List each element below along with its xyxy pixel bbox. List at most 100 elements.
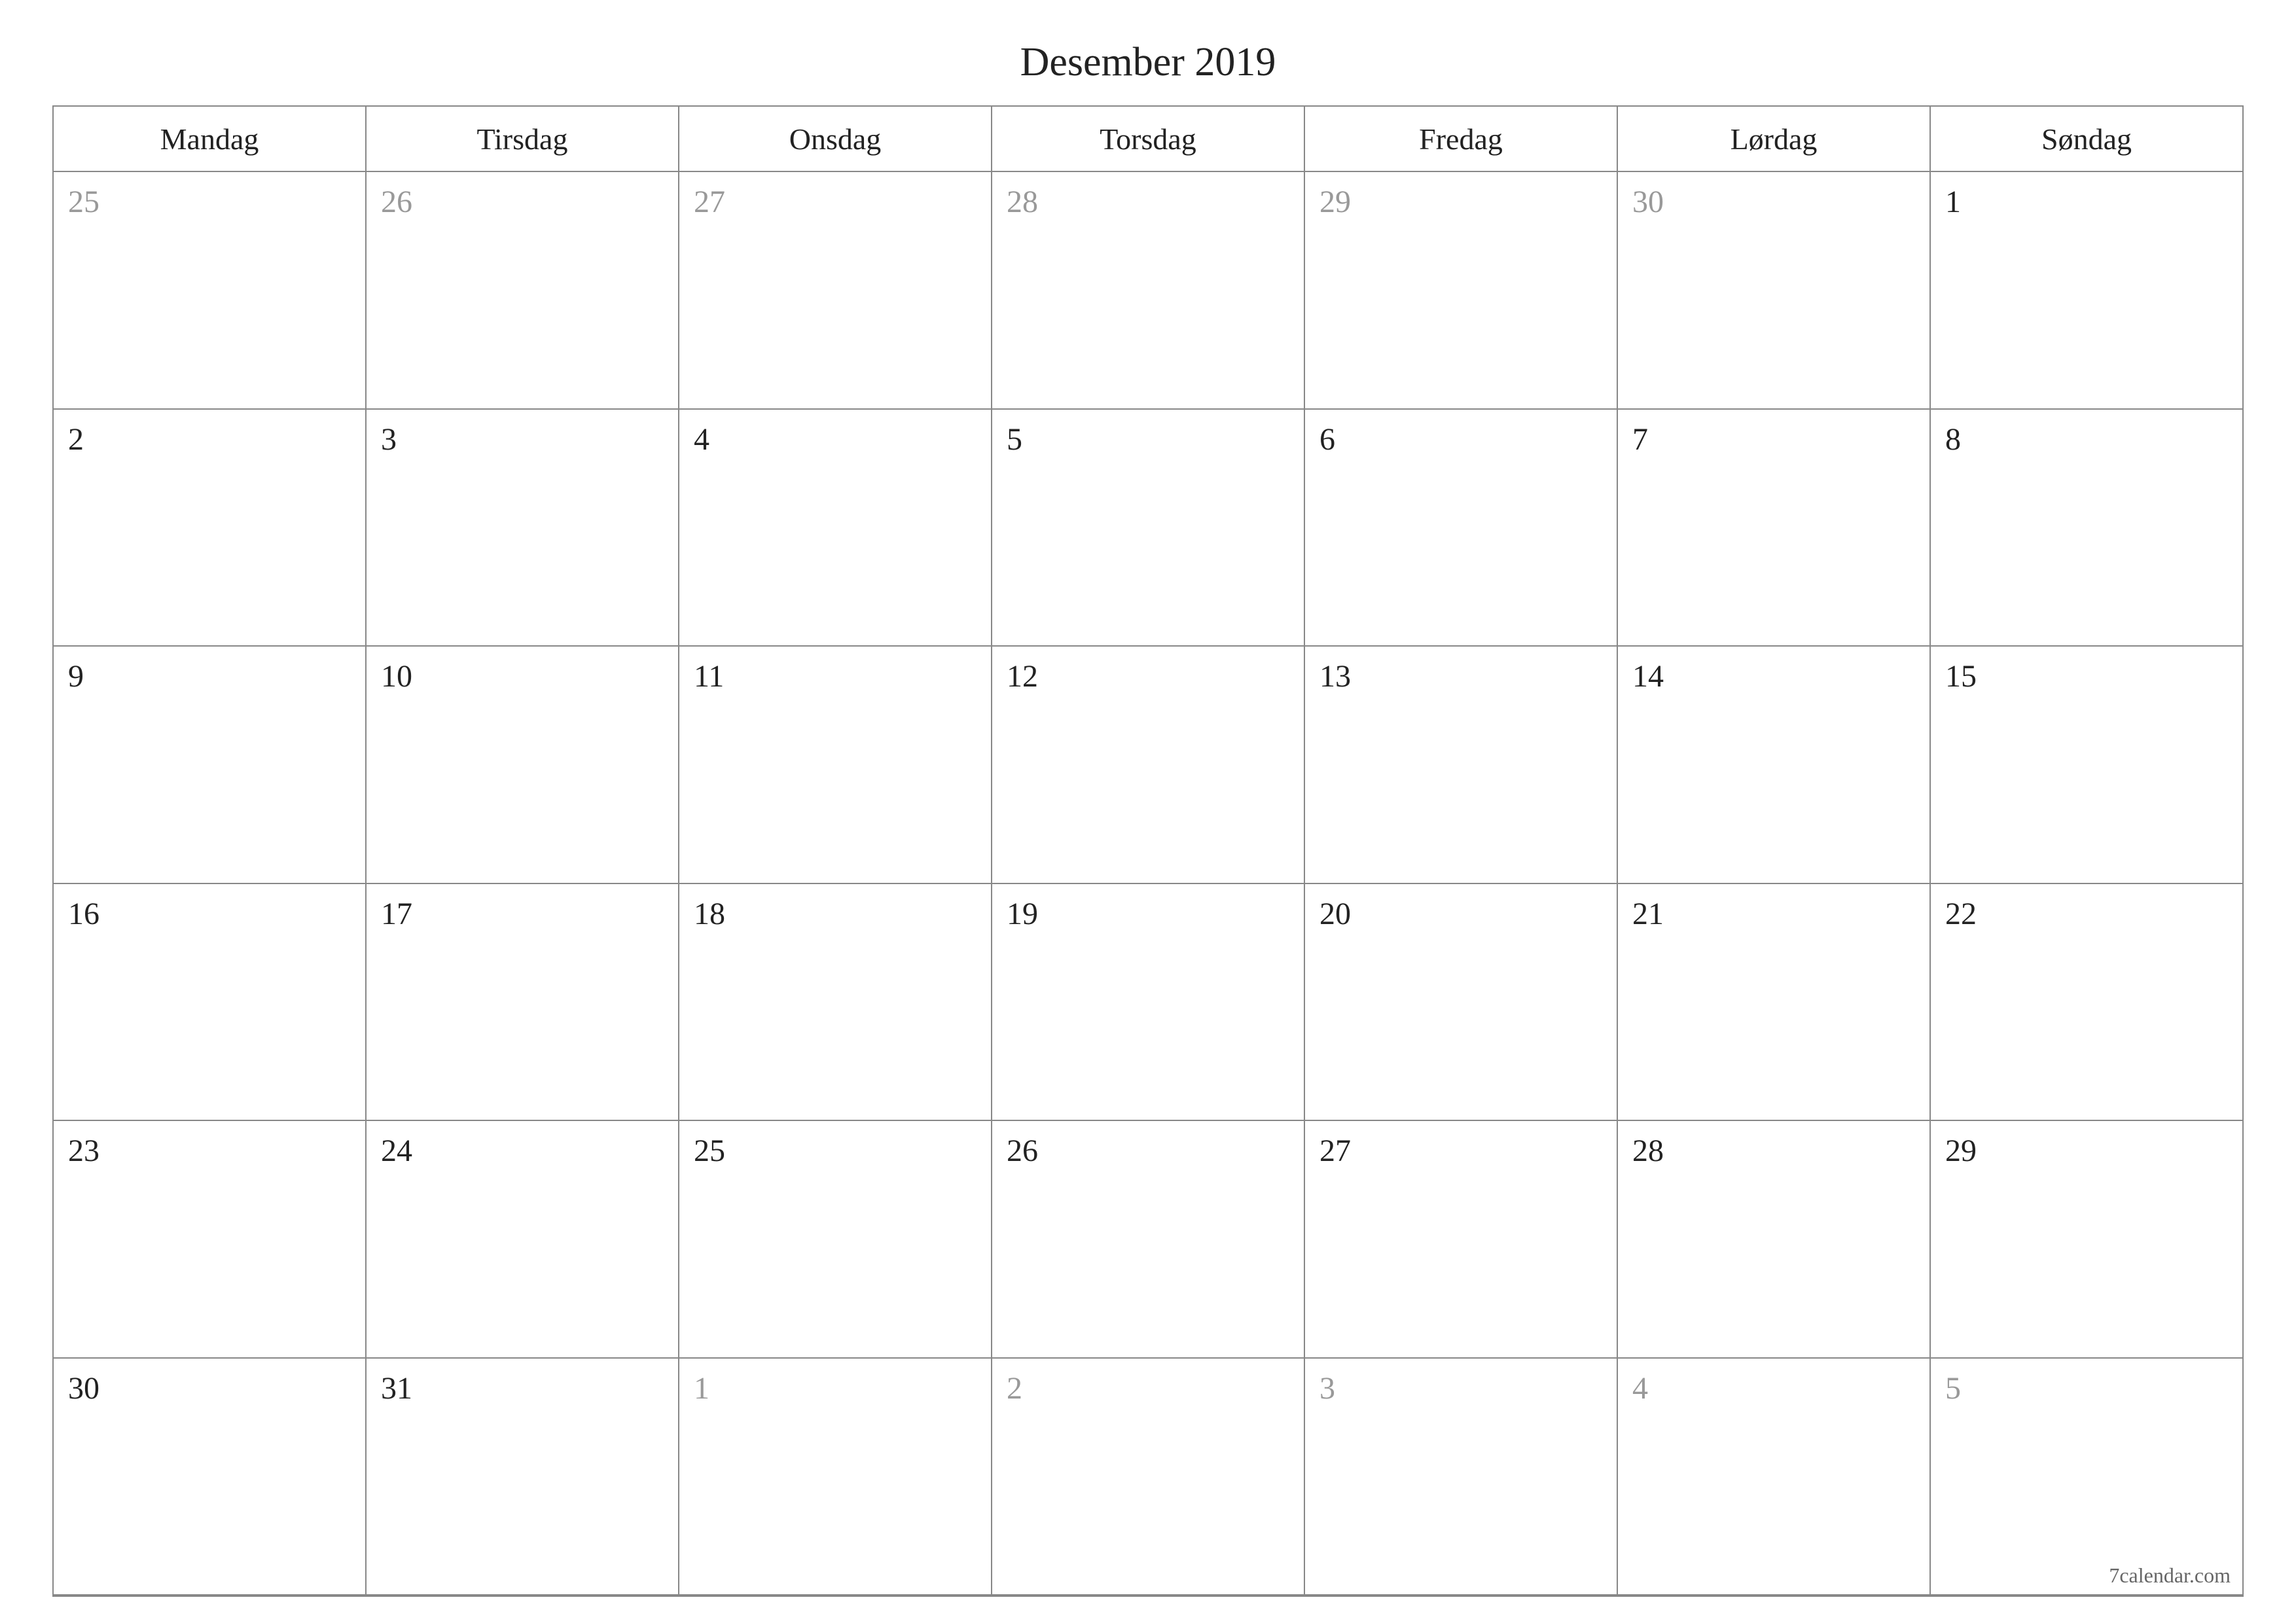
day-number: 28	[1007, 185, 1038, 219]
day-number: 4	[1632, 1371, 1648, 1406]
day-cell: 25	[679, 1121, 992, 1359]
day-number: 15	[1945, 659, 1977, 694]
weekday-header: Tirsdag	[367, 107, 679, 172]
day-cell: 24	[367, 1121, 679, 1359]
day-number: 30	[68, 1371, 99, 1406]
day-cell: 30	[1618, 172, 1931, 410]
footer-attribution: 7calendar.com	[2109, 1563, 2231, 1588]
day-number: 7	[1632, 422, 1648, 457]
day-number: 18	[694, 897, 725, 931]
week-row: 2 3 4 5 6 7 8	[54, 410, 2242, 647]
day-cell: 3	[367, 410, 679, 647]
day-number: 30	[1632, 185, 1664, 219]
day-number: 2	[1007, 1371, 1022, 1406]
day-number: 29	[1945, 1133, 1977, 1168]
day-number: 20	[1319, 897, 1351, 931]
day-number: 16	[68, 897, 99, 931]
day-cell: 4	[1618, 1359, 1931, 1596]
weekday-header: Torsdag	[992, 107, 1305, 172]
day-cell: 8	[1931, 410, 2242, 647]
day-cell: 1	[679, 1359, 992, 1596]
day-cell: 21	[1618, 884, 1931, 1122]
day-number: 10	[381, 659, 412, 694]
day-cell: 28	[1618, 1121, 1931, 1359]
day-number: 19	[1007, 897, 1038, 931]
day-cell: 2	[992, 1359, 1305, 1596]
day-number: 1	[694, 1371, 709, 1406]
day-number: 12	[1007, 659, 1038, 694]
day-cell: 13	[1305, 647, 1618, 884]
day-cell: 12	[992, 647, 1305, 884]
day-number: 4	[694, 422, 709, 457]
day-number: 13	[1319, 659, 1351, 694]
week-row: 25 26 27 28 29 30 1	[54, 172, 2242, 410]
week-row: 9 10 11 12 13 14 15	[54, 647, 2242, 884]
day-number: 24	[381, 1133, 412, 1168]
day-cell: 1	[1931, 172, 2242, 410]
week-row: 30 31 1 2 3 4 5	[54, 1359, 2242, 1596]
day-cell: 10	[367, 647, 679, 884]
day-number: 1	[1945, 185, 1961, 219]
weekday-header: Fredag	[1305, 107, 1618, 172]
day-number: 25	[68, 185, 99, 219]
weekday-header: Lørdag	[1618, 107, 1931, 172]
day-number: 27	[1319, 1133, 1351, 1168]
day-cell: 20	[1305, 884, 1618, 1122]
day-cell: 14	[1618, 647, 1931, 884]
day-cell: 7	[1618, 410, 1931, 647]
day-cell: 28	[992, 172, 1305, 410]
day-number: 21	[1632, 897, 1664, 931]
day-cell: 18	[679, 884, 992, 1122]
day-cell: 22	[1931, 884, 2242, 1122]
day-cell: 11	[679, 647, 992, 884]
day-cell: 19	[992, 884, 1305, 1122]
day-cell: 30	[54, 1359, 367, 1596]
day-number: 14	[1632, 659, 1664, 694]
day-cell: 26	[992, 1121, 1305, 1359]
day-number: 29	[1319, 185, 1351, 219]
day-number: 23	[68, 1133, 99, 1168]
day-number: 6	[1319, 422, 1335, 457]
calendar-grid: Mandag Tirsdag Onsdag Torsdag Fredag Lør…	[52, 105, 2244, 1597]
day-number: 31	[381, 1371, 412, 1406]
weekday-header-row: Mandag Tirsdag Onsdag Torsdag Fredag Lør…	[54, 107, 2242, 172]
day-cell: 29	[1931, 1121, 2242, 1359]
day-number: 9	[68, 659, 84, 694]
day-number: 2	[68, 422, 84, 457]
day-number: 27	[694, 185, 725, 219]
day-number: 8	[1945, 422, 1961, 457]
day-cell: 4	[679, 410, 992, 647]
day-cell: 25	[54, 172, 367, 410]
day-cell: 6	[1305, 410, 1618, 647]
day-number: 26	[1007, 1133, 1038, 1168]
day-cell: 23	[54, 1121, 367, 1359]
weekday-header: Søndag	[1931, 107, 2242, 172]
day-cell: 15	[1931, 647, 2242, 884]
day-cell: 27	[1305, 1121, 1618, 1359]
day-number: 17	[381, 897, 412, 931]
day-cell: 5	[1931, 1359, 2242, 1596]
day-number: 5	[1945, 1371, 1961, 1406]
day-number: 22	[1945, 897, 1977, 931]
day-cell: 27	[679, 172, 992, 410]
day-number: 3	[1319, 1371, 1335, 1406]
day-number: 11	[694, 659, 724, 694]
day-cell: 2	[54, 410, 367, 647]
day-number: 5	[1007, 422, 1022, 457]
day-cell: 31	[367, 1359, 679, 1596]
week-row: 16 17 18 19 20 21 22	[54, 884, 2242, 1122]
day-number: 26	[381, 185, 412, 219]
day-cell: 26	[367, 172, 679, 410]
day-cell: 3	[1305, 1359, 1618, 1596]
day-cell: 17	[367, 884, 679, 1122]
week-row: 23 24 25 26 27 28 29	[54, 1121, 2242, 1359]
calendar-title: Desember 2019	[52, 39, 2244, 86]
day-number: 25	[694, 1133, 725, 1168]
weekday-header: Mandag	[54, 107, 367, 172]
day-cell: 5	[992, 410, 1305, 647]
weekday-header: Onsdag	[679, 107, 992, 172]
day-cell: 16	[54, 884, 367, 1122]
day-cell: 9	[54, 647, 367, 884]
day-number: 28	[1632, 1133, 1664, 1168]
day-number: 3	[381, 422, 397, 457]
